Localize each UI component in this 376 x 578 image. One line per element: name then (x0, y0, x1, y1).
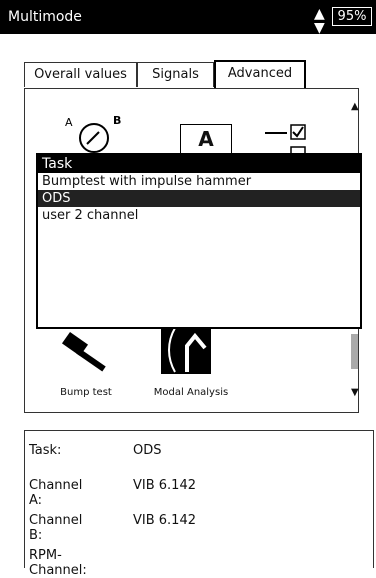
tab-advanced[interactable]: Advanced (214, 60, 306, 90)
scroll-up-icon[interactable]: ▲ (351, 101, 359, 112)
scroll-down-icon[interactable]: ▼ (351, 387, 359, 398)
channel-a-value: VIB 6.142 (133, 478, 196, 493)
info-panel: Task: ODS Channel A: VIB 6.142 Channel B… (24, 430, 374, 578)
rpm-channel-label: RPM-Channel: (29, 548, 87, 578)
overall-a-label: A (65, 116, 73, 129)
modal-analysis-icon[interactable] (161, 326, 211, 374)
task-value: ODS (133, 443, 162, 458)
modal-analysis-label: Modal Analysis (153, 387, 229, 398)
task-popup-header: Task (38, 155, 360, 173)
tab-signals[interactable]: Signals (137, 62, 214, 87)
signal-letter: A (198, 127, 214, 151)
task-item[interactable]: user 2 channel (38, 207, 360, 224)
task-popup: Task Bumptest with impulse hammer ODS us… (36, 153, 362, 329)
overall-b-label: B (113, 114, 121, 127)
tab-overall-values[interactable]: Overall values (24, 62, 137, 87)
task-item-selected[interactable]: ODS (38, 190, 360, 207)
task-item[interactable]: Bumptest with impulse hammer (38, 173, 360, 190)
battery-indicator: 95% (332, 7, 372, 26)
task-label: Task: (29, 443, 62, 458)
title-bar: Multimode ▲ ▼ 95% (0, 0, 376, 35)
scrollbar-thumb[interactable] (351, 334, 358, 369)
channel-a-label: Channel A: (29, 478, 83, 508)
bump-test-icon[interactable] (56, 331, 116, 373)
overall-values-icon[interactable]: A B (63, 114, 125, 154)
channel-b-value: VIB 6.142 (133, 513, 196, 528)
bump-test-label: Bump test (60, 387, 112, 398)
app-title: Multimode (8, 9, 82, 25)
up-down-arrows-icon[interactable]: ▲ ▼ (314, 7, 325, 35)
channel-b-label: Channel B: (29, 513, 83, 543)
